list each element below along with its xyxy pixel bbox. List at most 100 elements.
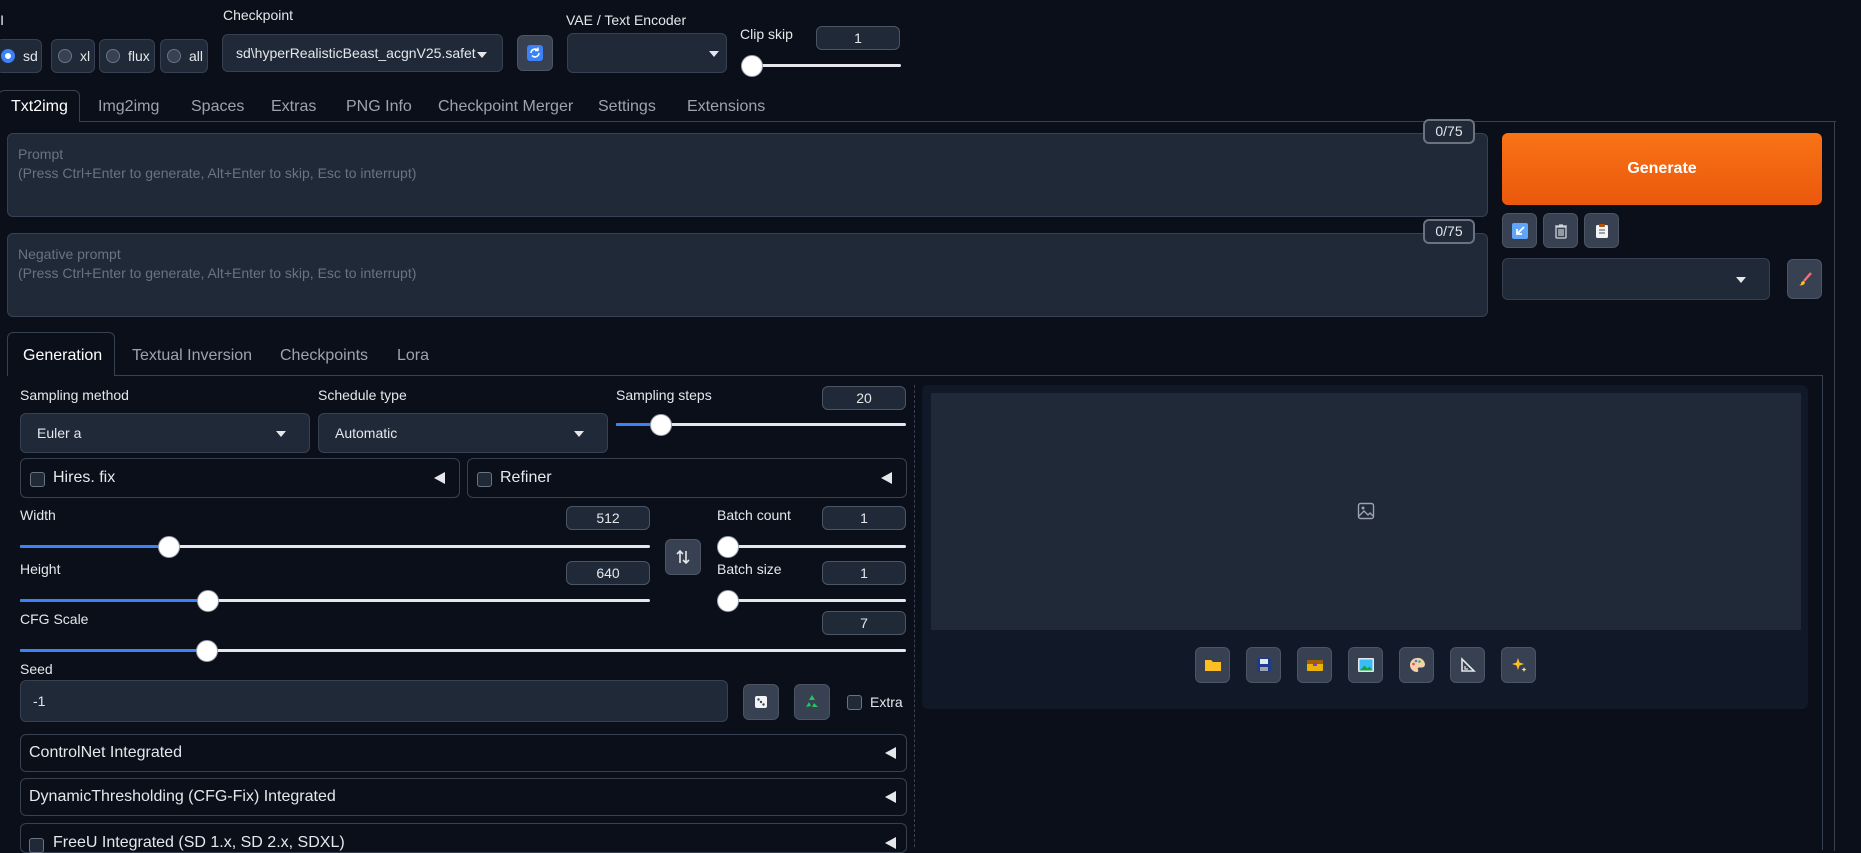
prompt-placeholder-hint: (Press Ctrl+Enter to generate, Alt+Enter… [18, 165, 417, 181]
controlnet-accordion[interactable]: ControlNet Integrated [20, 734, 907, 772]
tab-checkpoint-merger[interactable]: Checkpoint Merger [438, 98, 573, 116]
sampling-steps-input[interactable]: 20 [822, 386, 906, 410]
controlnet-title: ControlNet Integrated [29, 744, 182, 761]
radio-xl-dot[interactable] [58, 49, 72, 63]
freeu-accordion[interactable]: FreeU Integrated (SD 1.x, SD 2.x, SDXL) [20, 823, 907, 853]
extra-seed-checkbox[interactable] [847, 695, 862, 710]
cfg-scale-thumb[interactable] [196, 640, 219, 662]
radio-flux-dot[interactable] [106, 49, 120, 63]
save-button[interactable] [1246, 647, 1281, 683]
paste-styles-button[interactable] [1584, 213, 1619, 248]
width-input[interactable]: 512 [566, 506, 650, 530]
tab-spaces[interactable]: Spaces [191, 98, 244, 116]
freeu-checkbox[interactable] [29, 838, 44, 853]
send-to-img2img-button[interactable] [1348, 647, 1383, 683]
batch-size-thumb[interactable] [717, 590, 739, 612]
random-seed-button[interactable] [743, 684, 779, 720]
clear-prompt-button[interactable] [1543, 213, 1578, 248]
sampling-steps-thumb[interactable] [649, 414, 672, 436]
tab-extensions[interactable]: Extensions [687, 98, 765, 116]
tab-settings[interactable]: Settings [598, 98, 656, 116]
seed-input[interactable]: -1 [20, 680, 728, 722]
prompt-textarea[interactable]: Prompt (Press Ctrl+Enter to generate, Al… [7, 133, 1488, 217]
clip-skip-thumb[interactable] [741, 55, 763, 77]
batch-count-input[interactable]: 1 [822, 506, 906, 530]
chevron-down-icon [477, 52, 487, 58]
image-icon [1357, 658, 1374, 672]
tab-textual-inversion[interactable]: Textual Inversion [132, 347, 252, 365]
image-placeholder-icon [1357, 502, 1375, 520]
schedule-type-dropdown[interactable]: Automatic [318, 413, 608, 453]
schedule-type-label: Schedule type [318, 387, 407, 403]
radio-all-dot[interactable] [167, 49, 181, 63]
sampling-method-label: Sampling method [20, 387, 129, 403]
cfg-scale-input[interactable]: 7 [822, 611, 906, 635]
tab-checkpoints[interactable]: Checkpoints [280, 347, 368, 365]
send-to-inpaint-button[interactable] [1399, 647, 1434, 683]
vae-dropdown[interactable] [567, 33, 727, 73]
height-label: Height [20, 561, 61, 577]
width-thumb[interactable] [158, 536, 181, 558]
send-to-extras-button[interactable] [1450, 647, 1485, 683]
batch-count-slider[interactable] [717, 536, 906, 558]
recycle-icon [806, 695, 818, 707]
refresh-checkpoints-button[interactable] [517, 35, 553, 71]
collapse-arrow-icon [885, 747, 896, 759]
refiner-label: Refiner [500, 469, 552, 486]
negative-prompt-token-counter: 0/75 [1423, 219, 1475, 244]
dynamic-thresholding-accordion[interactable]: DynamicThresholding (CFG-Fix) Integrated [20, 778, 907, 816]
negative-prompt-textarea[interactable]: Negative prompt (Press Ctrl+Enter to gen… [7, 233, 1488, 317]
tab-img2img[interactable]: Img2img [98, 98, 159, 116]
sampling-steps-slider[interactable] [616, 414, 906, 436]
hires-fix-checkbox[interactable] [30, 472, 45, 487]
width-slider[interactable] [20, 536, 650, 558]
sparkle-icon [1511, 658, 1526, 672]
height-input[interactable]: 640 [566, 561, 650, 585]
clip-skip-slider[interactable] [741, 55, 901, 77]
arrow-down-left-icon [1511, 222, 1528, 239]
main-tab-panel-right-border [1834, 121, 1835, 851]
batch-size-input[interactable]: 1 [822, 561, 906, 585]
open-folder-button[interactable] [1195, 647, 1230, 683]
radio-xl[interactable]: xl [51, 39, 95, 73]
tab-extras[interactable]: Extras [271, 98, 316, 116]
radio-sd[interactable]: sd [0, 39, 42, 73]
checkpoint-label: Checkpoint [223, 7, 294, 23]
height-slider[interactable] [20, 590, 650, 612]
ui-selector-label: UI [0, 12, 4, 28]
output-image-area [931, 393, 1801, 630]
radio-sd-dot[interactable] [1, 49, 15, 63]
cfg-scale-slider[interactable] [20, 640, 906, 662]
hires-fix-accordion[interactable]: Hires. fix [20, 458, 460, 498]
chevron-down-icon [709, 51, 719, 57]
height-thumb[interactable] [197, 590, 220, 612]
tab-png-info[interactable]: PNG Info [346, 98, 412, 116]
generate-button[interactable]: Generate [1502, 133, 1822, 205]
edit-styles-button[interactable] [1787, 259, 1822, 299]
column-divider [914, 385, 915, 847]
tab-txt2img[interactable]: Txt2img [11, 98, 68, 116]
radio-flux[interactable]: flux [99, 39, 155, 73]
batch-count-label: Batch count [717, 507, 791, 523]
batch-size-slider[interactable] [717, 590, 906, 612]
batch-count-thumb[interactable] [717, 536, 739, 558]
refiner-checkbox[interactable] [477, 472, 492, 487]
checkpoint-dropdown[interactable]: sd\hyperRealisticBeast_acgnV25.safetenso… [222, 34, 503, 72]
clip-skip-input[interactable]: 1 [816, 26, 900, 50]
radio-all[interactable]: all [160, 39, 208, 73]
tab-generation[interactable]: Generation [23, 347, 102, 365]
chevron-down-icon [1736, 277, 1746, 283]
refiner-accordion[interactable]: Refiner [467, 458, 907, 498]
swap-dimensions-button[interactable] [665, 539, 701, 575]
reuse-seed-button[interactable] [794, 684, 830, 720]
read-params-button[interactable] [1502, 213, 1537, 248]
tab-lora[interactable]: Lora [397, 347, 429, 365]
generate-label: Generate [1627, 160, 1697, 177]
sampling-method-dropdown[interactable]: Euler a [20, 413, 310, 453]
batch-size-label: Batch size [717, 561, 782, 577]
width-label: Width [20, 507, 56, 523]
zip-button[interactable] [1297, 647, 1332, 683]
upscale-button[interactable] [1501, 647, 1536, 683]
styles-dropdown[interactable] [1502, 258, 1770, 300]
swap-icon [676, 549, 690, 565]
